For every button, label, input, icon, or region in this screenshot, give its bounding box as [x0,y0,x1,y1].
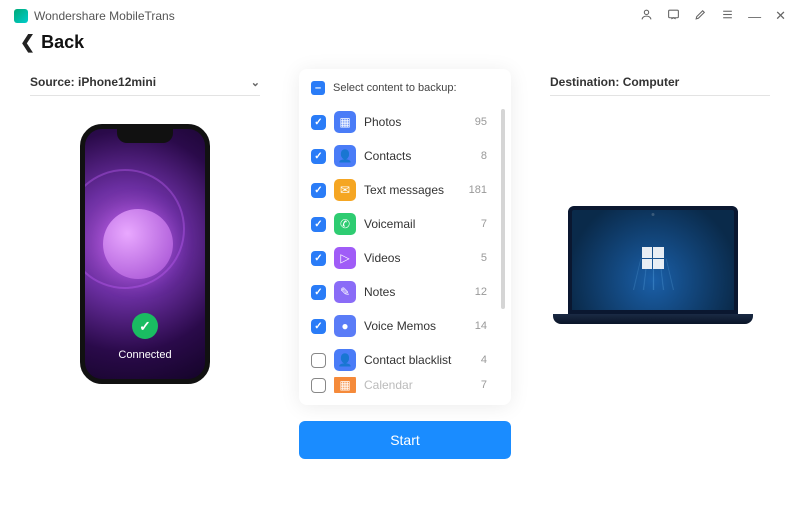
back-label: Back [41,32,84,53]
item-label: Text messages [364,183,461,197]
item-count: 5 [481,252,499,264]
scrollbar[interactable] [501,109,505,309]
content-item[interactable]: ✓ ● Voice Memos 14 [311,309,509,343]
content-item[interactable]: ✓ ▷ Videos 5 [311,241,509,275]
content-item[interactable]: ✓ ✉ Text messages 181 [311,173,509,207]
content-item[interactable]: ✓ ✎ Notes 12 [311,275,509,309]
source-device-image: ✓ Connected [80,124,210,384]
item-checkbox[interactable]: ✓ [311,217,326,232]
item-label: Voice Memos [364,319,467,333]
item-label: Contact blacklist [364,353,473,367]
messages-icon: ✉ [334,179,356,201]
item-label: Videos [364,251,473,265]
item-count: 7 [481,218,499,230]
windows-logo-icon [642,247,664,269]
item-label: Contacts [364,149,473,163]
connection-status: Connected [85,349,205,361]
item-count: 4 [481,354,499,366]
item-count: 95 [475,116,499,128]
item-checkbox[interactable]: ✓ [311,285,326,300]
voicememos-icon: ● [334,315,356,337]
item-count: 181 [469,184,499,196]
item-label: Notes [364,285,467,299]
back-button[interactable]: ❮ Back [0,28,800,63]
start-button[interactable]: Start [299,421,511,459]
select-all-checkbox[interactable]: – [311,81,325,95]
menu-icon[interactable] [721,8,734,24]
source-dropdown[interactable]: Source: iPhone12mini ⌄ [30,75,260,96]
item-checkbox[interactable]: ✓ [311,115,326,130]
blacklist-icon: 👤 [334,349,356,371]
close-button[interactable]: ✕ [775,8,786,24]
item-checkbox[interactable]: ✓ [311,149,326,164]
voicemail-icon: ✆ [334,213,356,235]
content-item[interactable]: ✓ ✆ Voicemail 7 [311,207,509,241]
feedback-icon[interactable] [667,8,680,24]
item-count: 7 [481,379,499,391]
notes-icon: ✎ [334,281,356,303]
photos-icon: ▦ [334,111,356,133]
select-header-label: Select content to backup: [333,82,457,94]
item-count: 12 [475,286,499,298]
item-label: Voicemail [364,217,473,231]
content-item[interactable]: ✓ ▦ Photos 95 [311,105,509,139]
item-checkbox[interactable]: ✓ [311,319,326,334]
minimize-button[interactable]: — [748,9,761,24]
item-checkbox[interactable] [311,378,326,393]
edit-icon[interactable] [694,8,707,24]
item-count: 8 [481,150,499,162]
app-logo-icon [14,9,28,23]
titlebar: Wondershare MobileTrans — ✕ [0,0,800,28]
content-item[interactable]: ✓ 👤 Contacts 8 [311,139,509,173]
destination-header: Destination: Computer [550,75,770,96]
account-icon[interactable] [640,8,653,24]
item-label: Photos [364,115,467,129]
item-label: Calendar [364,378,473,392]
item-checkbox[interactable]: ✓ [311,251,326,266]
videos-icon: ▷ [334,247,356,269]
app-title: Wondershare MobileTrans [34,9,175,23]
content-selector-panel: – Select content to backup: ✓ ▦ Photos 95 ✓ 👤… [299,69,511,405]
content-item[interactable]: 👤 Contact blacklist 4 [311,343,509,377]
contacts-icon: 👤 [334,145,356,167]
item-count: 14 [475,320,499,332]
item-checkbox[interactable]: ✓ [311,183,326,198]
destination-device-image [568,206,753,324]
connected-check-icon: ✓ [132,313,158,339]
calendar-icon: ▦ [334,377,356,393]
back-arrow-icon: ❮ [20,32,35,53]
chevron-down-icon: ⌄ [251,76,260,89]
item-checkbox[interactable] [311,353,326,368]
content-item[interactable]: ▦ Calendar 7 [311,377,509,393]
